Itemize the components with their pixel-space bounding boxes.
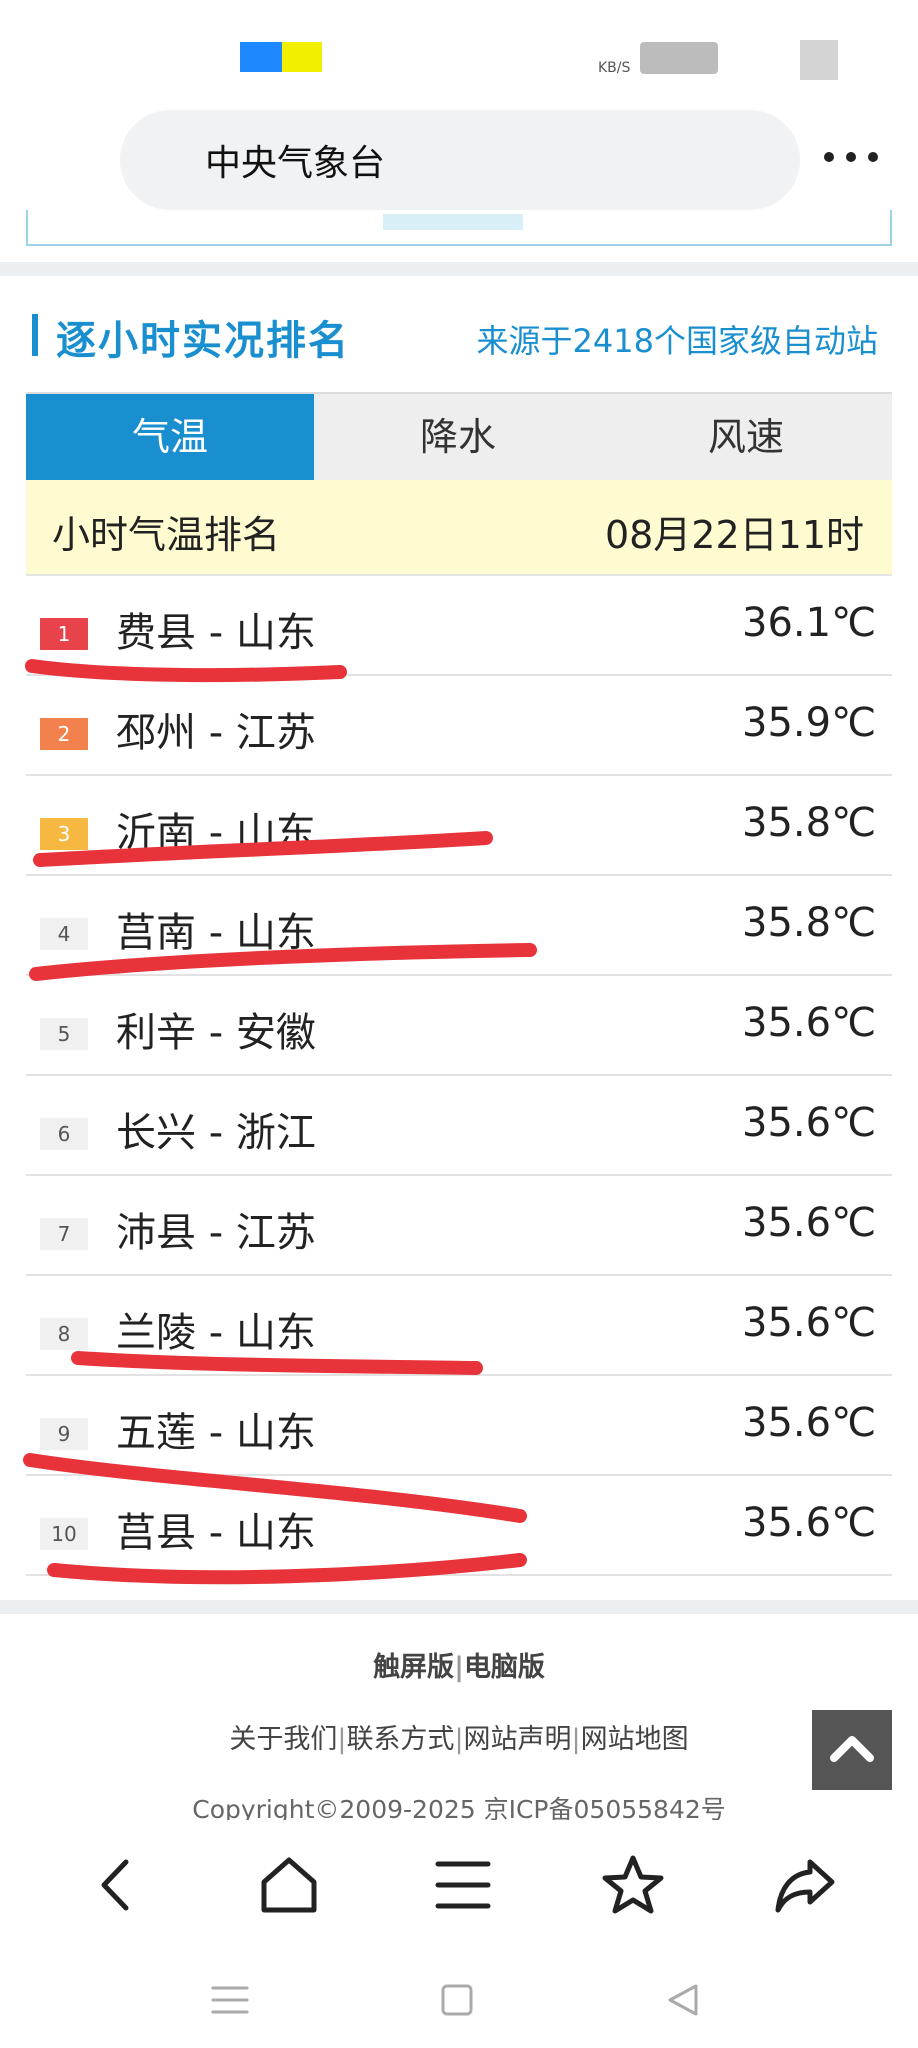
star-icon[interactable] — [598, 1850, 668, 1920]
address-bar: 中央气象台 — [0, 100, 918, 210]
rank-badge: 3 — [40, 818, 88, 850]
ranking-row[interactable]: 9 五莲 - 山东 35.6℃ — [26, 1376, 892, 1476]
station-name: 长兴 - 浙江 — [116, 1110, 316, 1156]
tab-precipitation[interactable]: 降水 — [314, 394, 602, 480]
ranking-subtitle: 小时气温排名 — [52, 513, 281, 557]
ranking-row[interactable]: 7 沛县 - 江苏 35.6℃ — [26, 1176, 892, 1276]
station-name: 莒县 - 山东 — [116, 1510, 316, 1556]
station-name: 兰陵 - 山东 — [116, 1310, 316, 1356]
home-icon[interactable] — [254, 1850, 324, 1920]
pc-version-link[interactable]: 电脑版 — [464, 1652, 545, 1683]
notification-icon — [282, 42, 322, 72]
share-icon[interactable] — [770, 1850, 840, 1920]
rank-badge: 7 — [40, 1218, 88, 1250]
url-title[interactable]: 中央气象台 — [205, 134, 385, 186]
contact-link[interactable]: 联系方式 — [346, 1724, 454, 1755]
station-name: 费县 - 山东 — [116, 610, 316, 656]
ranking-subtitle-bar: 小时气温排名 08月22日11时 — [26, 480, 892, 576]
footer-links: 关于我们|联系方式|网站声明|网站地图 — [0, 1717, 918, 1756]
rank-badge: 5 — [40, 1018, 88, 1050]
ranking-row[interactable]: 3 沂南 - 山东 35.8℃ — [26, 776, 892, 876]
browser-toolbar — [0, 1820, 918, 1950]
rank-badge: 9 — [40, 1418, 88, 1450]
signal-icon — [640, 42, 718, 74]
separator: | — [454, 1724, 464, 1755]
network-speed: KB/S — [598, 60, 631, 76]
temperature-value: 35.6℃ — [742, 1500, 876, 1546]
tab-bar: 气温 降水 风速 — [26, 392, 892, 480]
temperature-value: 35.8℃ — [742, 900, 876, 946]
back-triangle-icon[interactable] — [658, 1978, 708, 2022]
ranking-row[interactable]: 4 莒南 - 山东 35.8℃ — [26, 876, 892, 976]
section-title: 逐小时实况排名 — [56, 318, 350, 364]
temperature-value: 35.9℃ — [742, 700, 876, 746]
truncated-link — [383, 214, 523, 230]
temperature-value: 35.6℃ — [742, 1100, 876, 1146]
touch-version-link[interactable]: 触屏版 — [373, 1652, 454, 1683]
recent-apps-icon[interactable] — [205, 1978, 255, 2022]
rank-badge: 4 — [40, 918, 88, 950]
about-us-link[interactable]: 关于我们 — [229, 1724, 337, 1755]
separator: | — [571, 1724, 581, 1755]
rank-badge: 1 — [40, 618, 88, 650]
battery-icon — [800, 40, 838, 80]
section-header: 逐小时实况排名 来源于2418个国家级自动站 — [0, 296, 918, 376]
temperature-value: 36.1℃ — [742, 600, 876, 646]
rank-badge: 10 — [40, 1518, 88, 1550]
disclaimer-link[interactable]: 网站声明 — [464, 1724, 572, 1755]
section-accent-bar — [32, 314, 38, 356]
ranking-row[interactable]: 6 长兴 - 浙江 35.6℃ — [26, 1076, 892, 1176]
chevron-up-icon — [830, 1736, 874, 1762]
station-name: 沛县 - 江苏 — [116, 1210, 316, 1256]
status-bar: KB/S — [0, 0, 918, 100]
ranking-row[interactable]: 5 利辛 - 安徽 35.6℃ — [26, 976, 892, 1076]
version-switch: 触屏版|电脑版 — [0, 1645, 918, 1684]
ranking-row[interactable]: 8 兰陵 - 山东 35.6℃ — [26, 1276, 892, 1376]
station-name: 五莲 - 山东 — [116, 1410, 316, 1456]
temperature-value: 35.6℃ — [742, 1200, 876, 1246]
ranking-row[interactable]: 1 费县 - 山东 36.1℃ — [26, 576, 892, 676]
sitemap-link[interactable]: 网站地图 — [581, 1724, 689, 1755]
system-navigation-bar — [0, 1950, 918, 2048]
ranking-row[interactable]: 10 莒县 - 山东 35.6℃ — [26, 1476, 892, 1576]
home-square-icon[interactable] — [432, 1978, 482, 2022]
station-name: 沂南 - 山东 — [116, 810, 316, 856]
temperature-value: 35.6℃ — [742, 1300, 876, 1346]
station-name: 利辛 - 安徽 — [116, 1010, 316, 1056]
notification-icon — [240, 42, 282, 72]
ranking-row[interactable]: 2 邳州 - 江苏 35.9℃ — [26, 676, 892, 776]
tab-wind-speed[interactable]: 风速 — [602, 394, 890, 480]
previous-card-edge — [26, 210, 892, 246]
rank-badge: 6 — [40, 1118, 88, 1150]
temperature-value: 35.6℃ — [742, 1000, 876, 1046]
footer-divider — [0, 1600, 918, 1614]
data-source-link[interactable]: 来源于2418个国家级自动站 — [477, 316, 878, 362]
separator: | — [454, 1652, 464, 1683]
menu-icon[interactable] — [428, 1850, 498, 1920]
temperature-value: 35.8℃ — [742, 800, 876, 846]
back-to-top-button[interactable] — [812, 1710, 892, 1790]
rank-badge: 2 — [40, 718, 88, 750]
section-divider — [0, 262, 918, 276]
tab-temperature[interactable]: 气温 — [26, 394, 314, 480]
temperature-value: 35.6℃ — [742, 1400, 876, 1446]
rank-badge: 8 — [40, 1318, 88, 1350]
more-horizontal-icon[interactable] — [822, 152, 882, 166]
station-name: 邳州 - 江苏 — [116, 710, 316, 756]
ranking-timestamp: 08月22日11时 — [604, 513, 864, 557]
back-icon[interactable] — [82, 1850, 152, 1920]
station-name: 莒南 - 山东 — [116, 910, 316, 956]
